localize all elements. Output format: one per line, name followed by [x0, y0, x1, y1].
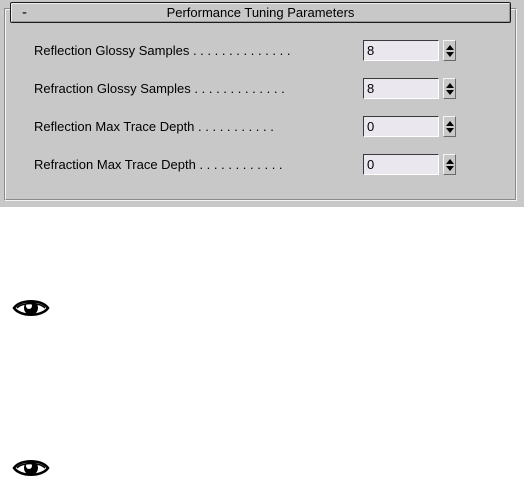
param-row-reflection-glossy-samples: Reflection Glossy Samples . . . . . . . …: [34, 40, 466, 62]
param-row-reflection-max-trace-depth: Reflection Max Trace Depth . . . . . . .…: [34, 116, 466, 138]
spinner-arrows-icon[interactable]: [443, 40, 456, 61]
param-label: Reflection Max Trace Depth . . . . . . .…: [34, 119, 274, 134]
reflection-glossy-samples-input[interactable]: 8: [363, 40, 439, 61]
reflection-max-trace-depth-input[interactable]: 0: [363, 116, 439, 137]
param-label: Refraction Max Trace Depth . . . . . . .…: [34, 157, 283, 172]
spinner-arrows-icon[interactable]: [443, 78, 456, 99]
param-label: Reflection Glossy Samples . . . . . . . …: [34, 43, 291, 58]
eye-icon: [12, 460, 50, 476]
spinner-arrows-icon[interactable]: [443, 116, 456, 137]
rollout-header[interactable]: - Performance Tuning Parameters: [10, 2, 511, 23]
param-label: Refraction Glossy Samples . . . . . . . …: [34, 81, 285, 96]
spinner-down-icon[interactable]: [446, 52, 454, 57]
spinner-up-icon[interactable]: [446, 121, 454, 126]
spinner-down-icon[interactable]: [446, 128, 454, 133]
rollout-title: Performance Tuning Parameters: [166, 5, 355, 20]
spinner-arrows-icon[interactable]: [443, 154, 456, 175]
refraction-glossy-samples-input[interactable]: 8: [363, 78, 439, 99]
param-row-refraction-glossy-samples: Refraction Glossy Samples . . . . . . . …: [34, 78, 466, 100]
spinner-up-icon[interactable]: [446, 83, 454, 88]
spinner-up-icon[interactable]: [446, 159, 454, 164]
rollout-panel: - Performance Tuning Parameters Reflecti…: [0, 0, 524, 207]
eye-icon: [12, 300, 50, 316]
param-row-refraction-max-trace-depth: Refraction Max Trace Depth . . . . . . .…: [34, 154, 466, 176]
spinner-down-icon[interactable]: [446, 90, 454, 95]
spinner-up-icon[interactable]: [446, 45, 454, 50]
refraction-max-trace-depth-input[interactable]: 0: [363, 154, 439, 175]
spinner-down-icon[interactable]: [446, 166, 454, 171]
